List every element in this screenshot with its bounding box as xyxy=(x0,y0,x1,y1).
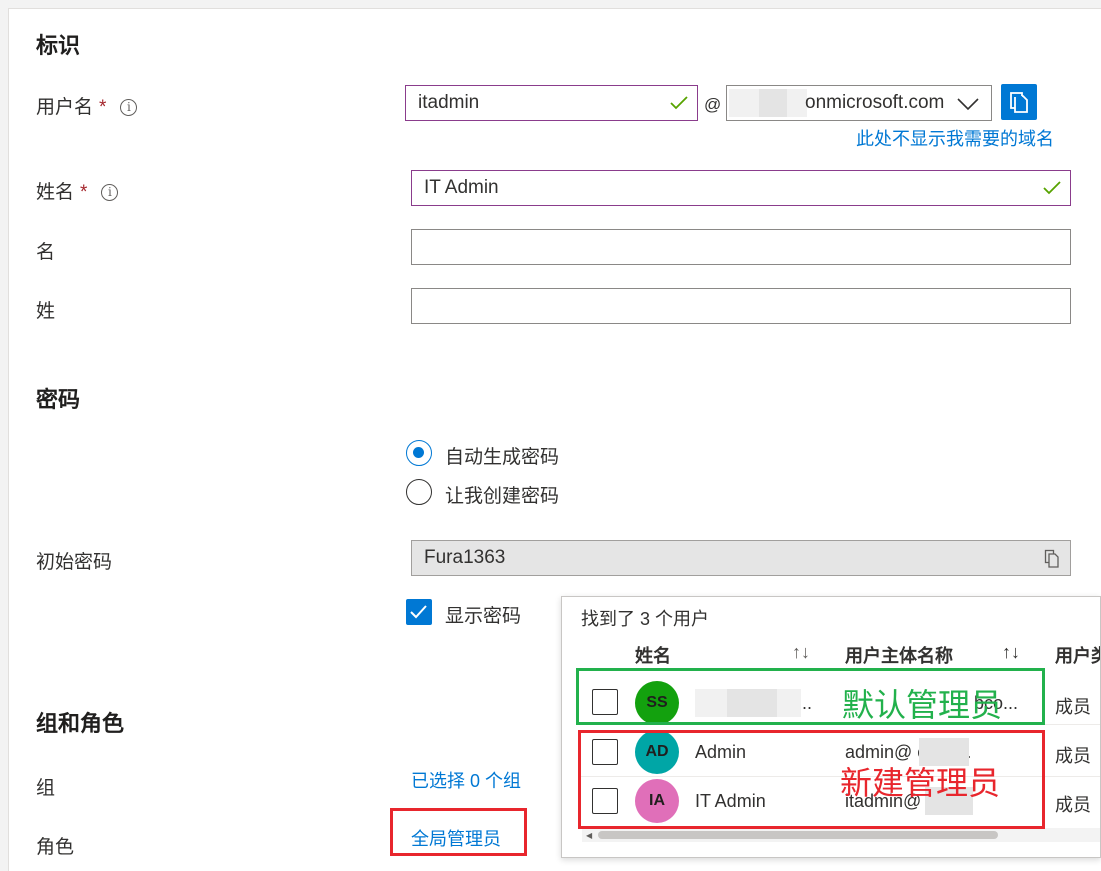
radio-manual-password-label: 让我创建密码 xyxy=(445,486,560,507)
username-input[interactable]: itadmin xyxy=(405,85,698,121)
scrollbar-thumb[interactable] xyxy=(598,831,998,839)
default-admin-annotation: 默认管理员 xyxy=(842,687,1003,723)
chevron-down-icon xyxy=(957,98,979,111)
radio-auto-password-label: 自动生成密码 xyxy=(445,447,560,468)
required-mark: * xyxy=(80,182,88,203)
initial-password-value: Fura1363 xyxy=(424,547,506,568)
column-header-upn[interactable]: 用户主体名称 xyxy=(845,642,953,668)
copy-icon xyxy=(1010,92,1028,113)
info-icon[interactable]: i xyxy=(120,99,138,116)
fullname-label: 姓名 * i xyxy=(36,177,119,204)
checkmark-icon xyxy=(1043,181,1061,195)
checkmark-icon xyxy=(670,96,688,110)
redacted-area xyxy=(729,89,759,117)
horizontal-scrollbar[interactable]: ◀ xyxy=(582,828,1100,842)
initial-password-input[interactable]: Fura1363 xyxy=(411,540,1071,576)
found-users-text: 找到了 3 个用户 xyxy=(581,609,710,629)
password-section-title: 密码 xyxy=(36,387,81,412)
radio-manual-password[interactable] xyxy=(406,479,432,505)
username-value: itadmin xyxy=(418,92,480,113)
group-select-link[interactable]: 已选择 0 个组 xyxy=(411,767,521,793)
initial-password-label: 初始密码 xyxy=(36,552,113,573)
required-mark: * xyxy=(99,97,107,118)
info-icon[interactable]: i xyxy=(101,184,119,201)
domain-select[interactable]: onmicrosoft.com xyxy=(726,85,992,121)
show-password-label: 显示密码 xyxy=(445,606,522,627)
user-type: 成员 xyxy=(1055,795,1091,815)
show-password-checkbox[interactable] xyxy=(406,599,432,625)
redacted-area xyxy=(759,89,787,117)
username-label-text: 用户名 xyxy=(36,97,94,118)
checkmark-icon xyxy=(410,605,427,619)
fullname-input[interactable]: IT Admin xyxy=(411,170,1071,206)
groups-section-title: 组和角色 xyxy=(36,711,125,736)
sort-icon[interactable]: ↑↓ xyxy=(1002,642,1020,663)
domain-missing-link[interactable]: 此处不显示我需要的域名 xyxy=(856,125,1054,151)
at-sign: @ xyxy=(704,95,722,114)
sort-icon[interactable]: ↑↓ xyxy=(792,642,810,663)
role-label: 角色 xyxy=(36,837,75,858)
scroll-left-icon[interactable]: ◀ xyxy=(586,831,592,840)
column-header-name[interactable]: 姓名 xyxy=(635,642,671,668)
given-name-input[interactable] xyxy=(411,229,1071,265)
given-name-label: 名 xyxy=(36,242,56,263)
fullname-label-text: 姓名 xyxy=(36,182,75,203)
identity-section-title: 标识 xyxy=(36,33,81,58)
column-header-type[interactable]: 用户类 xyxy=(1055,642,1100,668)
user-type: 成员 xyxy=(1055,697,1091,717)
surname-input[interactable] xyxy=(411,288,1071,324)
radio-auto-password[interactable] xyxy=(406,440,432,466)
redacted-area xyxy=(787,89,807,117)
group-label: 组 xyxy=(36,778,56,799)
user-type: 成员 xyxy=(1055,746,1091,766)
copy-button[interactable] xyxy=(1001,84,1037,120)
surname-label: 姓 xyxy=(36,301,56,322)
username-label: 用户名 * i xyxy=(36,92,138,119)
copy-icon[interactable] xyxy=(1044,549,1060,569)
domain-value: onmicrosoft.com xyxy=(805,92,945,113)
new-admin-annotation: 新建管理员 xyxy=(840,765,1001,801)
fullname-value: IT Admin xyxy=(424,177,499,198)
role-link[interactable]: 全局管理员 xyxy=(411,825,501,851)
